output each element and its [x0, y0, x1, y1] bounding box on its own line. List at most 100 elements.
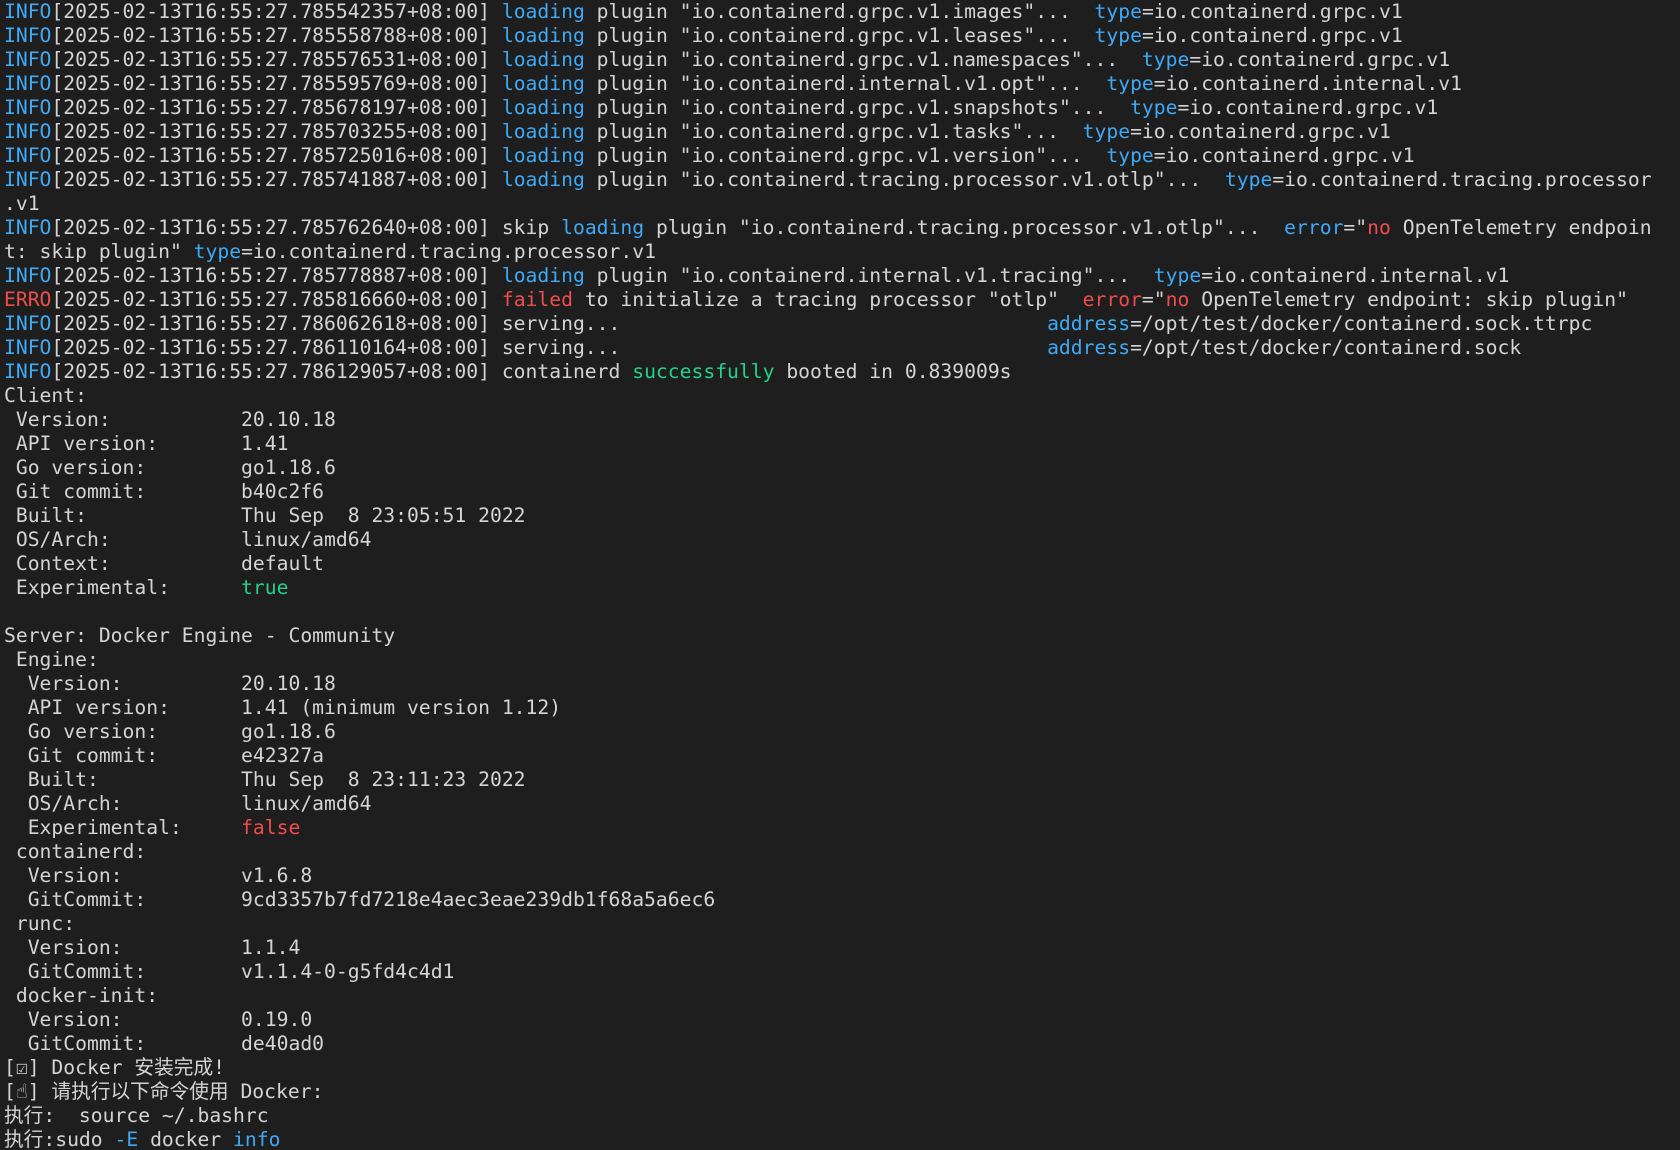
- terminal-text-segment: loading: [501, 264, 585, 287]
- terminal-line: .v1: [4, 192, 1680, 216]
- terminal-text-segment: 执行: source ~/.bashrc: [4, 1104, 269, 1127]
- terminal-line: containerd:: [4, 840, 1680, 864]
- terminal-text-segment: plugin "io.containerd.grpc.v1.leases"...: [584, 24, 1095, 47]
- terminal-text-segment: =io.containerd.tracing.processor: [1272, 168, 1652, 191]
- terminal-text-segment: address: [1047, 336, 1131, 359]
- terminal-text-segment: failed: [501, 288, 573, 311]
- terminal-line: Experimental: true: [4, 576, 1680, 600]
- terminal-text-segment: no: [1165, 288, 1190, 311]
- terminal-text-segment: Version: v1.6.8: [4, 864, 313, 887]
- terminal-text-segment: runc:: [4, 912, 76, 935]
- terminal-text-segment: API version: 1.41 (minimum version 1.12): [4, 696, 562, 719]
- terminal-text-segment: to initialize a tracing processor "otlp": [572, 288, 1083, 311]
- terminal-text-segment: plugin "io.containerd.internal.v1.tracin…: [584, 264, 1154, 287]
- terminal-text-segment: error: [1284, 216, 1344, 239]
- terminal-text-segment: [2025-02-13T16:55:27.785576531+08:00]: [51, 48, 502, 71]
- terminal-text-segment: [2025-02-13T16:55:27.786110164+08:00] se…: [51, 336, 1048, 359]
- terminal-line: [☝] 请执行以下命令使用 Docker:: [4, 1080, 1680, 1104]
- terminal-text-segment: =io.containerd.grpc.v1: [1189, 48, 1451, 71]
- terminal-line: Version: 1.1.4: [4, 936, 1680, 960]
- terminal-text-segment: INFO: [4, 120, 52, 143]
- terminal-text-segment: [2025-02-13T16:55:27.785542357+08:00]: [51, 0, 502, 23]
- terminal-line: Version: 20.10.18: [4, 672, 1680, 696]
- terminal-text-segment: [☝] 请执行以下命令使用 Docker:: [4, 1080, 324, 1103]
- terminal-text-segment: type: [1153, 264, 1202, 287]
- terminal-text-segment: [2025-02-13T16:55:27.785816660+08:00]: [51, 288, 502, 311]
- terminal-text-segment: plugin "io.containerd.tracing.processor.…: [584, 168, 1225, 191]
- terminal-line: INFO[2025-02-13T16:55:27.785778887+08:00…: [4, 264, 1680, 288]
- terminal-text-segment: Version: 0.19.0: [4, 1008, 313, 1031]
- terminal-line: INFO[2025-02-13T16:55:27.785762640+08:00…: [4, 216, 1680, 240]
- terminal-text-segment: INFO: [4, 24, 52, 47]
- terminal-text-segment: type: [1094, 0, 1142, 23]
- terminal-text-segment: GitCommit: 9cd3357b7fd7218e4aec3eae239db…: [4, 888, 716, 911]
- terminal-line: GitCommit: v1.1.4-0-g5fd4c4d1: [4, 960, 1680, 984]
- terminal-text-segment: INFO: [4, 312, 52, 335]
- terminal-text-segment: plugin "io.containerd.grpc.v1.images"...: [584, 0, 1095, 23]
- terminal-line: Built: Thu Sep 8 23:11:23 2022: [4, 768, 1680, 792]
- terminal-line: [☑] Docker 安装完成!: [4, 1056, 1680, 1080]
- terminal-text-segment: -E: [114, 1128, 139, 1150]
- terminal-line: INFO[2025-02-13T16:55:27.785725016+08:00…: [4, 144, 1680, 168]
- terminal-text-segment: loading: [501, 120, 585, 143]
- terminal-text-segment: Version: 20.10.18: [4, 672, 336, 695]
- terminal-line: GitCommit: de40ad0: [4, 1032, 1680, 1056]
- terminal-line: runc:: [4, 912, 1680, 936]
- terminal-text-segment: Client:: [4, 384, 87, 407]
- terminal-text-segment: info: [233, 1128, 281, 1150]
- terminal-text-segment: plugin "io.containerd.grpc.v1.version"..…: [584, 144, 1107, 167]
- terminal-text-segment: =": [1141, 288, 1166, 311]
- terminal-text-segment: [2025-02-13T16:55:27.786062618+08:00] se…: [51, 312, 1048, 335]
- terminal-line: Go version: go1.18.6: [4, 720, 1680, 744]
- terminal-text-segment: INFO: [4, 216, 52, 239]
- terminal-text-segment: containerd:: [4, 840, 147, 863]
- terminal-line: OS/Arch: linux/amd64: [4, 528, 1680, 552]
- terminal-text-segment: type: [1106, 144, 1154, 167]
- terminal-text-segment: ERRO: [4, 288, 52, 311]
- terminal-line: Experimental: false: [4, 816, 1680, 840]
- terminal-text-segment: plugin "io.containerd.grpc.v1.tasks"...: [584, 120, 1083, 143]
- terminal-text-segment: OpenTelemetry endpoin: [1390, 216, 1652, 239]
- terminal-text-segment: true: [241, 576, 289, 599]
- terminal-text-segment: type: [193, 240, 242, 263]
- terminal-text-segment: type: [1141, 48, 1190, 71]
- terminal-line: INFO[2025-02-13T16:55:27.785558788+08:00…: [4, 24, 1680, 48]
- terminal-line: 执行: source ~/.bashrc: [4, 1104, 1680, 1128]
- terminal-line: Server: Docker Engine - Community: [4, 624, 1680, 648]
- terminal-text-segment: INFO: [4, 0, 52, 23]
- terminal-line: ERRO[2025-02-13T16:55:27.785816660+08:00…: [4, 288, 1680, 312]
- terminal-text-segment: type: [1094, 24, 1142, 47]
- terminal-text-segment: loading: [501, 168, 585, 191]
- terminal-text-segment: plugin "io.containerd.internal.v1.opt"..…: [584, 72, 1107, 95]
- terminal-text-segment: type: [1224, 168, 1273, 191]
- terminal-text-segment: loading: [501, 24, 585, 47]
- terminal-output[interactable]: INFO[2025-02-13T16:55:27.785542357+08:00…: [0, 0, 1680, 1150]
- terminal-text-segment: Server: Docker Engine - Community: [4, 624, 396, 647]
- terminal-line: Version: 0.19.0: [4, 1008, 1680, 1032]
- terminal-text-segment: GitCommit: de40ad0: [4, 1032, 325, 1055]
- terminal-text-segment: [2025-02-13T16:55:27.785762640+08:00] sk…: [51, 216, 562, 239]
- terminal-text-segment: Git commit: b40c2f6: [4, 480, 325, 503]
- terminal-text-segment: loading: [501, 72, 585, 95]
- terminal-line: INFO[2025-02-13T16:55:27.786129057+08:00…: [4, 360, 1680, 384]
- terminal-line: INFO[2025-02-13T16:55:27.786110164+08:00…: [4, 336, 1680, 360]
- terminal-line: Client:: [4, 384, 1680, 408]
- terminal-text-segment: =io.containerd.grpc.v1: [1130, 120, 1391, 143]
- terminal-line: API version: 1.41 (minimum version 1.12): [4, 696, 1680, 720]
- terminal-text-segment: docker-init:: [4, 984, 159, 1007]
- terminal-text-segment: INFO: [4, 48, 52, 71]
- terminal-line: INFO[2025-02-13T16:55:27.785678197+08:00…: [4, 96, 1680, 120]
- terminal-text-segment: loading: [501, 0, 585, 23]
- terminal-text-segment: Context: default: [4, 552, 325, 575]
- terminal-text-segment: false: [241, 816, 301, 839]
- terminal-line: API version: 1.41: [4, 432, 1680, 456]
- terminal-text-segment: Go version: go1.18.6: [4, 456, 336, 479]
- terminal-text-segment: error: [1082, 288, 1142, 311]
- terminal-text-segment: =io.containerd.grpc.v1: [1141, 0, 1403, 23]
- terminal-text-segment: =": [1343, 216, 1368, 239]
- terminal-text-segment: address: [1047, 312, 1131, 335]
- terminal-line: Engine:: [4, 648, 1680, 672]
- terminal-text-segment: loading: [501, 144, 585, 167]
- terminal-line: INFO[2025-02-13T16:55:27.785576531+08:00…: [4, 48, 1680, 72]
